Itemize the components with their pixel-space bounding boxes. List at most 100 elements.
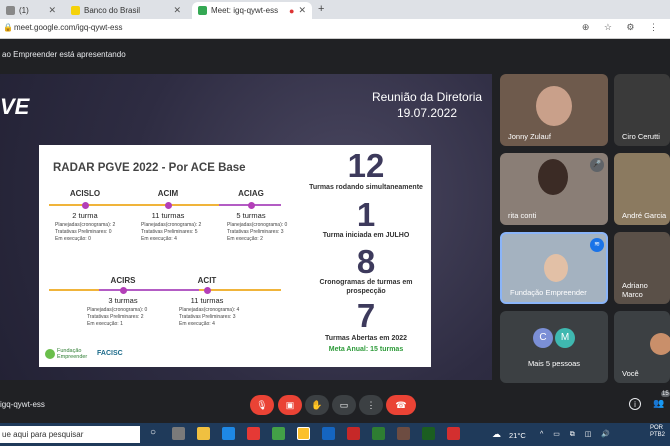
taskbar-app-icon[interactable] (347, 427, 360, 440)
meeting-title: Reunião da Diretoria (371, 90, 483, 104)
system-tray-icons[interactable]: ^ ▭ ⧉ ◫ 🔊 (540, 430, 614, 439)
stat-label: Turmas Abertas em 2022 (324, 335, 408, 342)
timeline-dot (204, 287, 211, 294)
raise-hand-button[interactable]: ✋ (305, 395, 329, 415)
participant-name: André Garcia (622, 211, 667, 220)
participant-tile[interactable]: Jonny Zulauf (500, 74, 608, 146)
stat-number: 12 (347, 147, 385, 184)
stat-number: 8 (356, 243, 376, 280)
stat-label: Turma iniciada em JULHO (322, 232, 410, 239)
people-icon[interactable]: 👥 (653, 398, 664, 409)
detail-line: Planejadas(cronograma): 2 (141, 222, 202, 228)
stat-number: 7 (356, 297, 376, 334)
file-explorer-icon[interactable] (197, 427, 210, 440)
meeting-code: igq-qywt-ess (0, 400, 45, 409)
layout-label: PTB2 (650, 432, 666, 438)
url-text[interactable]: meet.google.com/igq-qywt-ess (14, 23, 123, 32)
self-avatar (650, 333, 670, 355)
group-turmas: 5 turmas (236, 211, 266, 220)
fundacao-logo-icon (45, 349, 55, 359)
end-call-icon: ☎ (395, 399, 407, 410)
group-turmas: 11 turmas (190, 296, 224, 305)
card-title: RADAR PGVE 2022 - Por ACE Base (53, 162, 246, 174)
keyboard-layout[interactable]: POR PTB2 (650, 425, 665, 439)
more-vert-icon: ⋮ (366, 399, 376, 410)
taskbar-search-input[interactable]: ue aqui para pesquisar (0, 426, 140, 443)
detail-line: Tratativas Preliminares: 3 (179, 314, 236, 320)
slide-logo-text: VE (0, 94, 30, 119)
browser-toolbar-icons[interactable]: ⊕ ☆ ⚙ ⋮ (582, 22, 664, 33)
group-details: Planejadas(cronograma): 0 Tratativas Pre… (227, 222, 287, 243)
participant-tile[interactable]: André Garcia (614, 153, 670, 225)
timeline-dot (165, 202, 172, 209)
group-details: Planejadas(cronograma): 2 Tratativas Pre… (55, 222, 115, 243)
group-details: Planejadas(cronograma): 2 Tratativas Pre… (141, 222, 201, 243)
address-bar[interactable]: 🔒 meet.google.com/igq-qywt-ess ⊕ ☆ ⚙ ⋮ (0, 19, 670, 39)
camera-off-button[interactable]: ▣ (278, 395, 302, 415)
tab-favicon-icon (6, 6, 15, 15)
taskbar-app-icon[interactable] (172, 427, 185, 440)
tab-banco-do-brasil[interactable]: Banco do Brasil ✕ (65, 2, 187, 19)
taskbar-app-icon[interactable] (397, 427, 410, 440)
hand-icon: ✋ (311, 399, 323, 410)
muted-mic-icon: 🎤 (590, 158, 604, 172)
excel-icon[interactable] (422, 427, 435, 440)
participant-name: rita conti (508, 211, 537, 220)
self-tile[interactable]: Você (614, 311, 670, 383)
taskbar-app-icon[interactable] (447, 427, 460, 440)
timeline-dot (82, 202, 89, 209)
weather-temp: 21°C (509, 431, 526, 440)
participant-name: Você (622, 369, 639, 378)
present-button[interactable]: ▭ (332, 395, 356, 415)
present-icon: ▭ (339, 399, 349, 410)
participant-tile[interactable]: Ciro Cerutti (614, 74, 670, 146)
new-tab-button[interactable]: + (318, 3, 324, 15)
participant-tile[interactable]: 🎤 rita conti (500, 153, 608, 225)
participant-tile[interactable]: Adriano Marco (614, 232, 670, 304)
more-participants-tile[interactable]: C M Mais 5 pessoas (500, 311, 608, 383)
detail-line: Em execução: 0 (55, 236, 91, 242)
avatar: C (533, 328, 553, 348)
meta-anual: Meta Anual: 15 turmas (328, 346, 404, 353)
group-turmas: 3 turmas (108, 296, 138, 305)
tab-1[interactable]: (1) ✕ (0, 2, 62, 19)
task-view-icon[interactable]: ○ (150, 427, 156, 438)
detail-line: Planejadas(cronograma): 4 (179, 307, 240, 313)
edge-icon[interactable] (222, 427, 235, 440)
info-icon[interactable]: i (629, 398, 641, 410)
group-name: ACIM (157, 189, 179, 198)
group-name: ACIT (197, 276, 217, 285)
lock-icon: 🔒 (3, 23, 13, 32)
close-tab-icon[interactable]: ✕ (298, 5, 306, 16)
bank-favicon-icon (71, 6, 80, 15)
participant-video (536, 86, 572, 126)
group-turmas: 11 turmas (151, 211, 185, 220)
participant-name: Adriano Marco (622, 281, 648, 299)
radar-card: RADAR PGVE 2022 - Por ACE Base ACISLO 2 … (39, 145, 431, 367)
timeline-dot (248, 202, 255, 209)
stat-label: Cronogramas de turmas em prospecção (319, 279, 413, 295)
close-tab-icon[interactable]: ✕ (48, 5, 56, 16)
participant-tile-speaking[interactable]: ≋ Fundação Empreender (500, 232, 608, 304)
tab-meet[interactable]: Meet: igq-qywt-ess ● ✕ (192, 2, 312, 19)
participant-video (544, 254, 568, 282)
mail-icon[interactable] (322, 427, 335, 440)
detail-line: Planejadas(cronograma): 0 (227, 222, 288, 228)
chrome-icon[interactable] (297, 427, 310, 440)
more-people-label: Mais 5 pessoas (527, 359, 581, 368)
close-tab-icon[interactable]: ✕ (173, 5, 181, 16)
taskbar-app-icon[interactable] (247, 427, 260, 440)
taskbar-app-icon[interactable] (272, 427, 285, 440)
detail-line: Tratativas Preliminares: 3 (227, 229, 284, 235)
end-call-button[interactable]: ☎ (386, 395, 416, 415)
browser-tab-bar: (1) ✕ Banco do Brasil ✕ Meet: igq-qywt-e… (0, 0, 670, 19)
participant-name: Ciro Cerutti (622, 132, 660, 141)
meeting-date: 19.07.2022 (396, 106, 458, 120)
taskbar-app-icon[interactable] (372, 427, 385, 440)
participant-name: Fundação Empreender (510, 288, 587, 297)
more-options-button[interactable]: ⋮ (359, 395, 383, 415)
mic-off-button[interactable]: 🎙 (250, 395, 274, 415)
detail-line: Em execução: 2 (227, 236, 263, 242)
timeline-line-accent (99, 289, 199, 291)
meet-favicon-icon (198, 6, 207, 15)
